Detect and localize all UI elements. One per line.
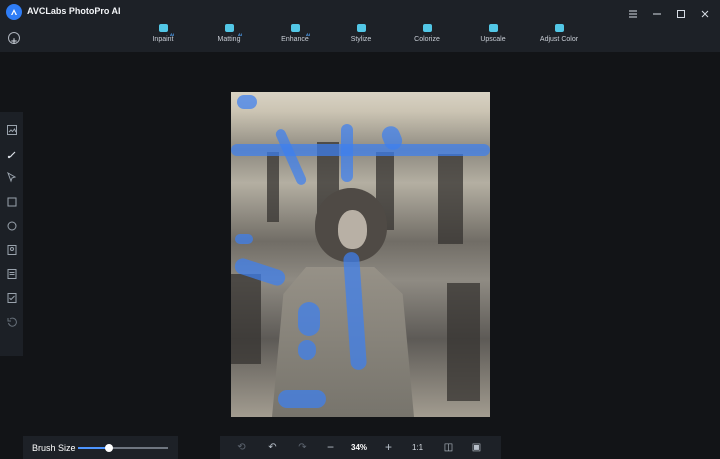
- close-icon[interactable]: [700, 6, 710, 18]
- tab-enhance[interactable]: Enhance AI: [262, 22, 328, 50]
- save-icon[interactable]: ▣: [470, 441, 483, 454]
- brush-mask-stroke: [298, 302, 320, 336]
- brush-mask-stroke: [278, 390, 326, 408]
- ai-badge: AI: [238, 32, 242, 37]
- colorize-icon: [422, 24, 432, 32]
- brush-mask-stroke: [237, 95, 257, 109]
- brush-icon[interactable]: [6, 148, 18, 160]
- app-title: AVCLabs PhotoPro AI: [27, 6, 121, 16]
- tab-matting[interactable]: Matting AI: [196, 22, 262, 50]
- canvas-toolbar: ⟲ ↶ ↷ − 34% + 1:1 ◫ ▣: [220, 436, 501, 459]
- inpaint-icon: [158, 24, 168, 32]
- tab-label: Adjust Color: [539, 36, 579, 43]
- ai-badge: AI: [170, 32, 174, 37]
- ai-badge: AI: [306, 32, 310, 37]
- brush-size-slider-knob[interactable]: [104, 444, 113, 452]
- document-icon[interactable]: [6, 268, 18, 280]
- tab-adjust-color[interactable]: Adjust Color: [526, 22, 592, 50]
- tab-label: Stylize: [350, 36, 372, 43]
- enhance-icon: [290, 24, 300, 32]
- select-icon[interactable]: [6, 292, 18, 304]
- tab-label: Upscale: [480, 36, 506, 43]
- image-canvas[interactable]: [231, 92, 490, 417]
- zoom-out-icon[interactable]: −: [324, 441, 337, 454]
- brush-mask-stroke: [235, 234, 253, 244]
- brush-size-panel: Brush Size: [23, 436, 178, 459]
- add-image-button[interactable]: [8, 32, 20, 44]
- redo-icon[interactable]: ↷: [296, 441, 309, 454]
- cursor-icon[interactable]: [6, 172, 18, 184]
- app-logo-icon: [6, 4, 22, 20]
- matting-icon: [224, 24, 234, 32]
- tab-inpaint[interactable]: Inpaint AI: [130, 22, 196, 50]
- tab-label: Colorize: [414, 36, 440, 43]
- left-toolbar: [0, 112, 23, 356]
- feature-tabs: Inpaint AI Matting AI Enhance AI Stylize…: [130, 22, 592, 50]
- rectangle-icon[interactable]: [6, 196, 18, 208]
- tab-colorize[interactable]: Colorize: [394, 22, 460, 50]
- adjust-color-icon: [554, 24, 564, 32]
- ellipse-icon[interactable]: [6, 220, 18, 232]
- tab-label: Inpaint: [152, 36, 174, 43]
- subject-face: [338, 210, 367, 249]
- image-icon[interactable]: [6, 124, 18, 136]
- zoom-level: 34%: [351, 443, 368, 452]
- brush-mask-stroke: [341, 124, 353, 182]
- title-bar: AVCLabs PhotoPro AI Inpaint AI Matting A…: [0, 0, 720, 52]
- brush-mask-stroke: [231, 144, 490, 156]
- brush-mask-stroke: [298, 340, 316, 360]
- compare-icon[interactable]: ◫: [442, 441, 455, 454]
- zoom-in-icon[interactable]: +: [382, 441, 395, 454]
- window-controls: [628, 6, 710, 18]
- brush-size-slider[interactable]: [78, 444, 168, 452]
- history-icon[interactable]: [6, 316, 18, 328]
- actual-size-button[interactable]: 1:1: [412, 443, 423, 452]
- menu-icon[interactable]: [628, 6, 638, 18]
- stylize-icon: [356, 24, 366, 32]
- tab-label: Matting: [217, 36, 241, 43]
- tab-stylize[interactable]: Stylize: [328, 22, 394, 50]
- maximize-icon[interactable]: [676, 6, 686, 18]
- reset-icon[interactable]: ⟲: [235, 441, 248, 454]
- undo-icon[interactable]: ↶: [266, 441, 279, 454]
- tab-label: Enhance: [281, 36, 309, 43]
- portrait-icon[interactable]: [6, 244, 18, 256]
- brush-size-label: Brush Size: [32, 443, 76, 453]
- upscale-icon: [488, 24, 498, 32]
- minimize-icon[interactable]: [652, 6, 662, 16]
- tab-upscale[interactable]: Upscale: [460, 22, 526, 50]
